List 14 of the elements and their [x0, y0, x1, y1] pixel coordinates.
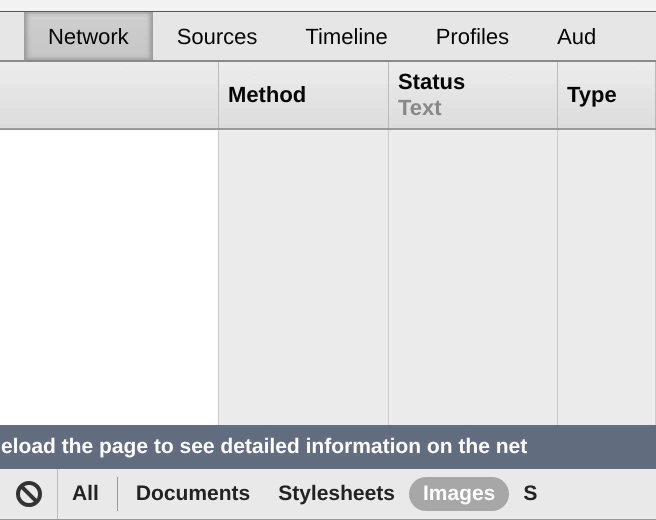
- panel-tab[interactable]: Timeline: [281, 12, 412, 60]
- info-banner: eload the page to see detailed information on the net: [0, 425, 656, 469]
- panel-tab[interactable]: Aud: [533, 12, 620, 60]
- panel-tab[interactable]: Network: [24, 12, 153, 60]
- filter-button[interactable]: All: [58, 477, 113, 511]
- filter-button[interactable]: S: [509, 477, 552, 511]
- filter-button[interactable]: Documents: [122, 477, 264, 511]
- filter-button[interactable]: Stylesheets: [264, 477, 409, 511]
- clear-icon[interactable]: [14, 480, 42, 508]
- column-header[interactable]: Status Text: [389, 62, 558, 128]
- column-header[interactable]: Method: [219, 62, 389, 128]
- column-header[interactable]: Type: [558, 62, 656, 128]
- panel-tab[interactable]: Sources: [152, 12, 282, 60]
- panel-tab[interactable]: Profiles: [412, 12, 534, 60]
